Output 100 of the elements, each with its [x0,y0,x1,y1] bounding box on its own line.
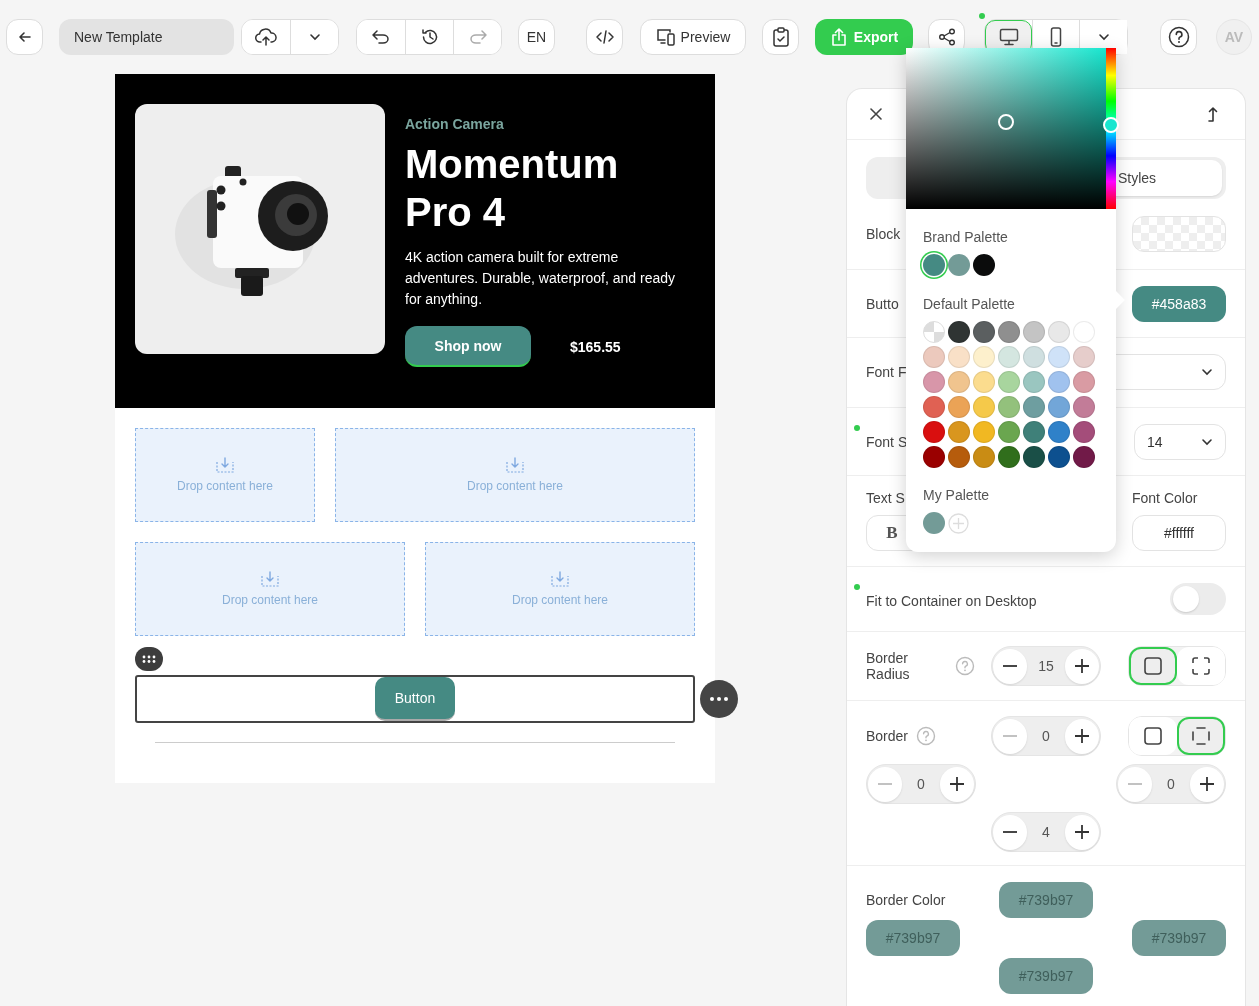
individual-corners-button[interactable] [1177,647,1225,685]
border-color-field[interactable]: #739b97 [866,920,960,956]
color-swatch[interactable] [923,512,945,534]
add-color-icon[interactable] [948,512,969,534]
redo-icon [468,30,487,44]
all-sides-button[interactable] [1129,717,1177,755]
individual-sides-button[interactable] [1177,717,1225,755]
export-button[interactable]: Export [815,19,913,55]
color-swatch[interactable] [1023,396,1045,418]
drop-zone[interactable]: Drop content here [425,542,695,636]
increment-button[interactable] [1065,648,1099,684]
color-swatch[interactable] [948,321,970,343]
color-swatch[interactable] [1073,421,1095,443]
minus-icon [1003,735,1017,737]
color-swatch[interactable] [973,446,995,468]
color-thumb[interactable] [998,114,1014,131]
email-button[interactable]: Button [375,677,455,721]
font-color-field[interactable]: #ffffff [1132,515,1226,551]
color-swatch[interactable] [973,346,995,368]
close-icon[interactable] [870,108,882,120]
color-swatch[interactable] [973,321,995,343]
increment-button[interactable] [1065,814,1099,850]
background-color-field[interactable] [1132,216,1226,252]
color-swatch[interactable] [923,446,945,468]
color-swatch[interactable] [998,346,1020,368]
color-swatch[interactable] [1073,346,1095,368]
color-swatch[interactable] [948,346,970,368]
code-button[interactable] [586,19,623,55]
saturation-brightness-area[interactable] [906,48,1106,209]
color-swatch[interactable] [1048,421,1070,443]
drop-icon [261,571,279,587]
palette-title: My Palette [923,487,991,503]
color-swatch[interactable] [1023,371,1045,393]
color-swatch[interactable] [1073,396,1095,418]
all-corners-button[interactable] [1129,647,1177,685]
share-icon [937,28,956,46]
drop-zone[interactable]: Drop content here [335,428,695,522]
font-size-dropdown[interactable]: 14 [1134,424,1226,460]
back-button[interactable] [6,19,43,55]
clipboard-button[interactable] [762,19,799,55]
color-swatch[interactable] [1023,421,1045,443]
color-swatch[interactable] [948,446,970,468]
color-swatch[interactable] [948,254,970,276]
color-swatch[interactable] [998,446,1020,468]
product-title: Momentum Pro 4 [405,141,620,236]
color-swatch[interactable] [973,421,995,443]
drag-handle[interactable] [135,647,163,671]
color-swatch[interactable] [1048,321,1070,343]
color-swatch[interactable] [923,254,945,276]
decrement-button[interactable] [993,648,1027,684]
drop-zone[interactable]: Drop content here [135,428,315,522]
border-color-field[interactable]: #739b97 [999,958,1093,994]
color-swatch[interactable] [973,254,995,276]
drop-zone[interactable]: Drop content here [135,542,405,636]
color-swatch[interactable] [1048,346,1070,368]
square-icon [1144,657,1162,675]
color-swatch[interactable] [1023,321,1045,343]
color-swatch[interactable] [998,371,1020,393]
minus-icon [878,783,892,785]
color-swatch[interactable] [948,396,970,418]
color-swatch[interactable] [998,321,1020,343]
plus-icon [1075,659,1089,673]
history-icon [420,28,439,46]
more-button[interactable] [700,680,738,718]
fit-toggle[interactable] [1170,583,1226,615]
color-swatch[interactable] [923,421,945,443]
increment-button[interactable] [1190,766,1224,802]
color-swatch[interactable] [1073,446,1095,468]
field-label: Fit to Container on Desktop [866,593,1037,609]
color-swatch[interactable] [1023,446,1045,468]
color-swatch[interactable] [948,421,970,443]
color-swatch[interactable] [973,396,995,418]
decrement-button[interactable] [993,814,1027,850]
color-swatch[interactable] [998,396,1020,418]
color-swatch[interactable] [1073,371,1095,393]
hue-slider[interactable] [1106,48,1116,209]
transparent-swatch[interactable] [923,321,945,343]
color-swatch[interactable] [973,371,995,393]
template-name-field[interactable]: New Template [59,19,234,55]
drop-zone-label: Drop content here [511,593,609,607]
color-swatch[interactable] [948,371,970,393]
color-swatch[interactable] [1023,346,1045,368]
color-swatch[interactable] [923,346,945,368]
color-swatch[interactable] [1048,396,1070,418]
color-swatch[interactable] [923,371,945,393]
drop-zone-label: Drop content here [466,479,564,493]
color-swatch[interactable] [1048,446,1070,468]
color-swatch[interactable] [923,396,945,418]
language-button[interactable]: EN [518,19,555,55]
increment-button[interactable] [1065,718,1099,754]
color-swatch[interactable] [998,421,1020,443]
border-color-field[interactable]: #739b97 [1132,920,1226,956]
help-button[interactable] [1160,19,1197,55]
border-color-field[interactable]: #739b97 [999,882,1093,918]
preview-button[interactable]: Preview [640,19,746,55]
color-swatch[interactable] [1048,371,1070,393]
clipboard-check-icon [771,27,790,47]
shop-now-button[interactable]: Shop now [405,326,531,367]
button-color-field[interactable]: #458a83 [1132,286,1226,322]
increment-button[interactable] [940,766,974,802]
